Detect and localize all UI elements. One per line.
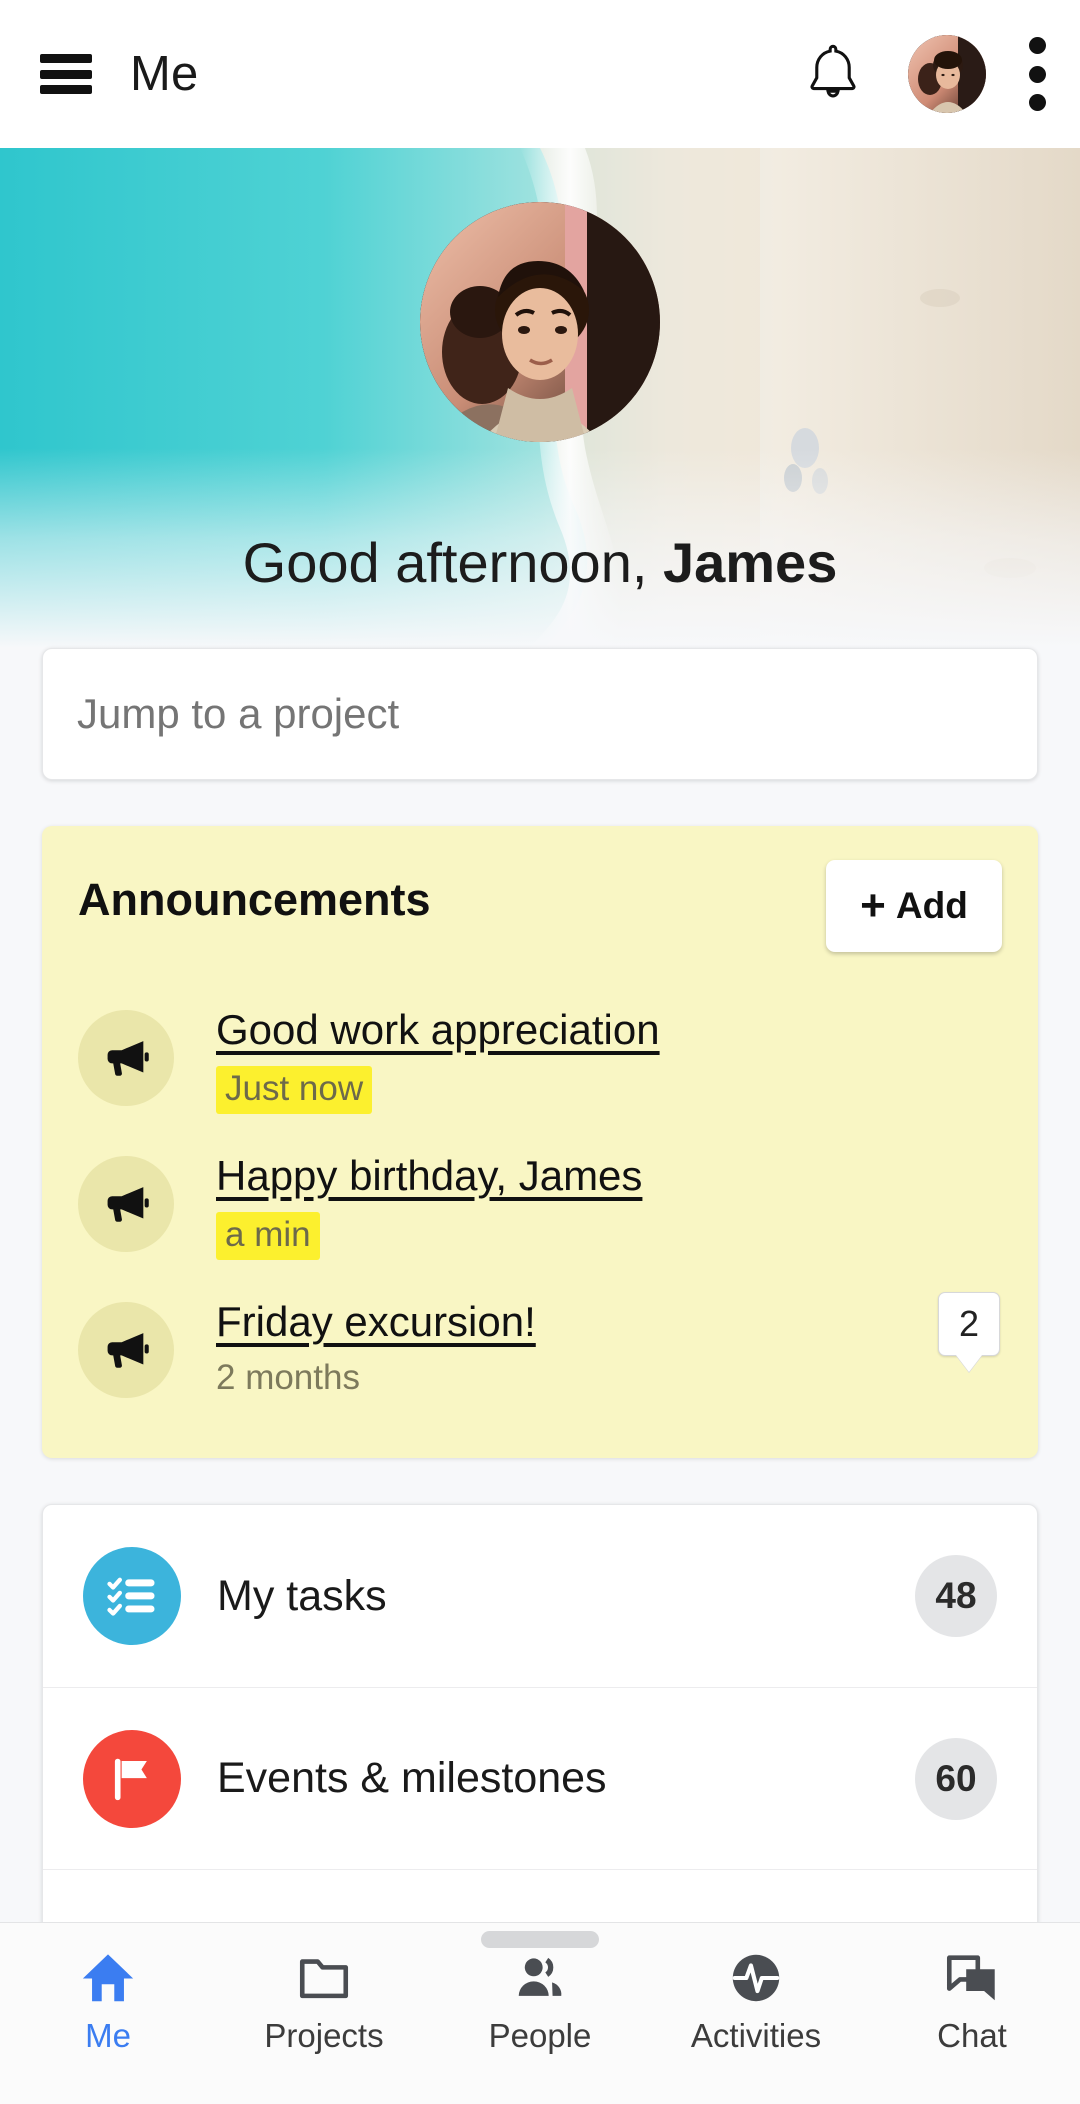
nav-label: Chat: [937, 2017, 1007, 2054]
list-item[interactable]: Good work appreciation Just now: [78, 988, 1002, 1134]
add-announcement-button[interactable]: + Add: [826, 860, 1002, 952]
bell-icon[interactable]: [804, 43, 862, 105]
search-input[interactable]: [77, 690, 1003, 738]
greeting-text: Good afternoon, James: [0, 530, 1080, 595]
kebab-dot: [1028, 37, 1046, 54]
list-item[interactable]: Happy birthday, James a min: [78, 1134, 1002, 1280]
profile-avatar[interactable]: [420, 202, 660, 442]
greeting-username: James: [662, 531, 838, 594]
flag-icon: [83, 1729, 181, 1828]
megaphone-glyph: [107, 1333, 149, 1368]
flag-glyph: [114, 1758, 147, 1800]
announcement-title-link[interactable]: Good work appreciation: [216, 1006, 660, 1054]
profile-avatar-image: [420, 202, 660, 442]
comment-count-badge[interactable]: 2: [938, 1292, 1000, 1356]
bottom-navigation-bar: Me Projects People Activities Chat: [0, 1922, 1080, 2104]
main-content: Announcements + Add Good work apprec: [0, 648, 1080, 2052]
hamburger-bar: [40, 54, 92, 63]
activity-pulse-icon: [732, 1954, 780, 2002]
hero-banner: Good afternoon, James: [0, 148, 1080, 648]
announcements-title: Announcements: [78, 874, 431, 925]
home-icon: [82, 1954, 134, 2002]
quick-link-count: 60: [915, 1737, 997, 1820]
megaphone-icon: [78, 1302, 174, 1398]
announcement-timestamp: Just now: [216, 1066, 373, 1114]
folder-icon: [299, 1959, 349, 1999]
announcement-title-link[interactable]: Happy birthday, James: [216, 1152, 642, 1200]
chat-icon: [946, 1955, 995, 2001]
nav-label: Activities: [690, 2017, 822, 2054]
quick-link-count: 48: [915, 1555, 997, 1637]
drag-handle[interactable]: [481, 1931, 599, 1948]
quick-link-label: My tasks: [217, 1571, 387, 1620]
announcement-body: Friday excursion! 2 months: [216, 1298, 1002, 1398]
page-title: Me: [130, 47, 199, 101]
announcements-list: Good work appreciation Just now Happy bi…: [78, 988, 1002, 1418]
top-app-bar: Me: [0, 0, 1080, 148]
hamburger-bar: [40, 85, 92, 94]
add-button-label: Add: [895, 885, 968, 926]
greeting-prefix: Good afternoon,: [242, 531, 663, 594]
nav-item-projects[interactable]: Projects: [216, 1949, 432, 2055]
nav-item-people[interactable]: People: [432, 1949, 648, 2055]
nav-item-activities[interactable]: Activities: [648, 1949, 864, 2055]
nav-item-chat[interactable]: Chat: [864, 1949, 1080, 2055]
nav-item-me[interactable]: Me: [0, 1949, 216, 2055]
checklist-icon: [83, 1547, 181, 1645]
announcements-header: Announcements + Add: [78, 860, 1002, 952]
avatar-image: [908, 35, 986, 113]
quick-link-events-milestones[interactable]: Events & milestones 60: [43, 1687, 1037, 1869]
quick-link-my-tasks[interactable]: My tasks 48: [43, 1505, 1037, 1687]
nav-label: Me: [85, 2017, 131, 2054]
people-icon: [518, 1957, 562, 1996]
kebab-dot: [1028, 65, 1046, 83]
hamburger-bar: [40, 69, 92, 79]
checklist-glyph: [107, 1577, 155, 1616]
announcement-timestamp: 2 months: [216, 1358, 360, 1397]
announcements-card: Announcements + Add Good work appreciati…: [42, 826, 1038, 1458]
quick-link-label: Events & milestones: [217, 1754, 607, 1802]
nav-label: Projects: [264, 2017, 384, 2054]
avatar[interactable]: [908, 35, 986, 113]
hamburger-menu-icon[interactable]: [40, 54, 92, 94]
announcement-body: Happy birthday, James a min: [216, 1152, 1002, 1260]
app-screen: Me Good afternoon, James Jump to a proje…: [0, 0, 1080, 2104]
project-search-box[interactable]: [42, 648, 1038, 780]
kebab-menu-icon[interactable]: [1028, 37, 1046, 111]
announcement-body: Good work appreciation Just now: [216, 1006, 1002, 1114]
megaphone-glyph: [107, 1041, 149, 1076]
megaphone-glyph: [107, 1187, 149, 1222]
kebab-dot: [1028, 94, 1046, 111]
nav-label: People: [488, 2017, 592, 2054]
plus-icon: +: [860, 881, 886, 930]
megaphone-icon: [78, 1156, 174, 1252]
announcement-title-link[interactable]: Friday excursion!: [216, 1298, 536, 1346]
announcement-timestamp: a min: [216, 1212, 320, 1260]
megaphone-icon: [78, 1010, 174, 1106]
list-item[interactable]: Friday excursion! 2 months 2: [78, 1280, 1002, 1418]
